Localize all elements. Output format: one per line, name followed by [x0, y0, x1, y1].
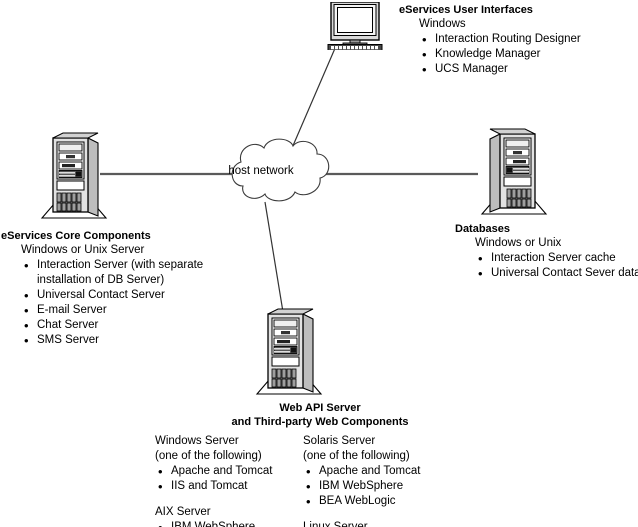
bullet-icon: • [422, 62, 427, 77]
link-network-to-webapi [264, 201, 284, 313]
webapi-group-aix: AIX Server • IBM WebSphere [155, 505, 303, 527]
webapi-title-line1: Web API Server [279, 402, 361, 414]
user-interfaces-platform: Windows [419, 18, 466, 30]
bullet-icon: • [306, 464, 311, 479]
databases-text-block: Databases Windows or Unix • Interaction … [455, 222, 638, 281]
list-item: • IBM WebSphere [306, 479, 404, 494]
bullet-icon: • [24, 303, 29, 318]
bullet-icon: • [306, 479, 311, 494]
bullet-icon: • [158, 520, 163, 527]
tower-server-icon-webapi [251, 308, 327, 400]
list-item: • Apache and Tomcat [306, 464, 421, 479]
tower-server-icon-databases [476, 128, 552, 220]
core-components-title: eServices Core Components [1, 230, 151, 242]
tower-server-icon-core [36, 132, 112, 224]
list-item: • IIS and Tomcat [158, 479, 248, 494]
core-components-text-block: eServices Core Components Windows or Uni… [1, 229, 203, 348]
group-list: • Apache and Tomcat • IIS and Tomcat [155, 464, 303, 494]
list-item: • Interaction Routing Designer [422, 32, 581, 47]
bullet-icon: • [478, 266, 483, 281]
webapi-text-block: Web API Server and Third-party Web Compo… [155, 401, 485, 527]
bullet-icon: • [24, 333, 29, 348]
bullet-icon: • [306, 494, 311, 509]
databases-title: Databases [455, 223, 511, 235]
bullet-icon: • [422, 47, 427, 62]
user-interfaces-text-block: eServices User Interfaces Windows • Inte… [399, 3, 581, 77]
list-item: • Interaction Server cache [478, 251, 616, 266]
bullet-icon: • [24, 288, 29, 303]
bullet-icon: • [24, 258, 29, 273]
list-item: • Apache and Tomcat [158, 464, 273, 479]
group-list: • IBM WebSphere [155, 520, 303, 527]
group-platform: Solaris Server [303, 435, 376, 447]
core-components-list: • Interaction Server (with separate inst… [1, 258, 203, 348]
list-item: • Knowledge Manager [422, 47, 541, 62]
list-item: • Universal Contact Sever database [478, 266, 638, 281]
group-list: • Apache and Tomcat • IBM WebSphere • BE… [303, 464, 463, 509]
list-item: • UCS Manager [422, 62, 508, 77]
desktop-computer-icon [326, 1, 388, 51]
databases-list: • Interaction Server cache • Universal C… [455, 251, 638, 281]
webapi-group-solaris: Solaris Server (one of the following) • … [303, 434, 463, 509]
bullet-icon: • [478, 251, 483, 266]
group-note: (one of the following) [155, 450, 262, 462]
list-item: • Universal Contact Server [24, 288, 165, 303]
core-components-platform: Windows or Unix Server [21, 244, 145, 256]
list-item: • IBM WebSphere [157, 520, 303, 527]
bullet-icon: • [158, 464, 163, 479]
group-platform: AIX Server [155, 506, 211, 518]
bullet-icon: • [24, 318, 29, 333]
link-network-to-ui [291, 45, 337, 149]
group-note: (one of the following) [303, 450, 410, 462]
list-item: • Chat Server [24, 318, 99, 333]
bullet-icon: • [158, 479, 163, 494]
webapi-right-column: Solaris Server (one of the following) • … [303, 434, 463, 527]
list-item: • BEA WebLogic [306, 494, 396, 509]
webapi-group-linux: Linux Server • Apache and Tomcat [303, 520, 463, 527]
user-interfaces-list: • Interaction Routing Designer • Knowled… [399, 32, 581, 77]
databases-platform: Windows or Unix [475, 237, 562, 249]
list-item: • SMS Server [24, 333, 99, 348]
list-item: • E-mail Server [24, 303, 107, 318]
webapi-left-column: Windows Server (one of the following) • … [155, 434, 303, 527]
group-platform: Linux Server [303, 521, 368, 527]
list-item: • Interaction Server (with separate inst… [24, 258, 204, 286]
user-interfaces-title: eServices User Interfaces [399, 4, 533, 16]
bullet-icon: • [422, 32, 427, 47]
group-platform: Windows Server [155, 435, 239, 447]
webapi-group-windows: Windows Server (one of the following) • … [155, 434, 303, 494]
diagram-canvas: host network eServices User Interfaces W… [0, 0, 638, 527]
webapi-title-line2: and Third-party Web Components [231, 416, 409, 428]
